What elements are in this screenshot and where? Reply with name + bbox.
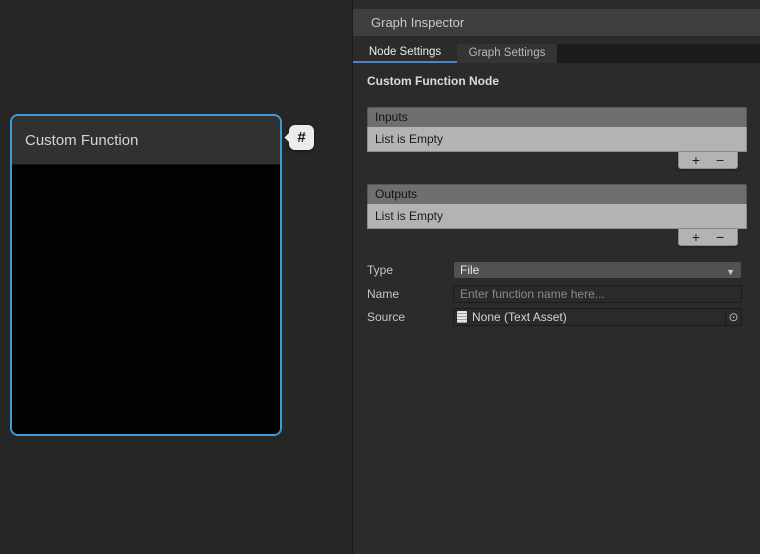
node-header: Custom Function (12, 116, 280, 165)
tab-graph-settings[interactable]: Graph Settings (457, 44, 557, 63)
inputs-list-buttons: + − (678, 152, 738, 169)
name-input[interactable] (453, 285, 742, 303)
inputs-list-footer: + − (367, 152, 747, 170)
inputs-add-button[interactable]: + (692, 153, 700, 167)
chevron-down-icon: ▼ (726, 264, 735, 280)
source-row: Source None (Text Asset) ⊙ (367, 308, 742, 326)
name-row: Name (367, 285, 742, 303)
outputs-add-button[interactable]: + (692, 230, 700, 244)
node-title: Custom Function (25, 132, 138, 149)
text-asset-icon (457, 311, 467, 323)
outputs-remove-button[interactable]: − (716, 230, 724, 244)
tabstrip: Node Settings Graph Settings (353, 44, 760, 63)
object-picker-icon[interactable]: ⊙ (725, 309, 741, 325)
outputs-list-footer: + − (367, 229, 747, 247)
inputs-list-header: Inputs (367, 107, 747, 127)
type-dropdown[interactable]: File ▼ (453, 261, 742, 279)
inputs-list: Inputs List is Empty + − (367, 107, 747, 170)
inputs-remove-button[interactable]: − (716, 153, 724, 167)
custom-function-node[interactable]: Custom Function (10, 114, 282, 436)
graph-canvas[interactable]: Custom Function # (0, 0, 352, 554)
inputs-list-empty-row: List is Empty (367, 127, 747, 152)
type-row: Type File ▼ (367, 261, 742, 279)
panel-titlebar[interactable]: Graph Inspector (353, 9, 760, 36)
outputs-list-buttons: + − (678, 229, 738, 246)
node-body (12, 165, 280, 436)
outputs-list-empty-row: List is Empty (367, 204, 747, 229)
section-title: Custom Function Node (367, 74, 499, 88)
tab-node-settings[interactable]: Node Settings (353, 44, 457, 63)
outputs-list: Outputs List is Empty + − (367, 184, 747, 247)
type-label: Type (367, 263, 393, 277)
graph-inspector-panel: Graph Inspector Node Settings Graph Sett… (352, 0, 760, 554)
outputs-list-header: Outputs (367, 184, 747, 204)
hash-badge-icon[interactable]: # (289, 125, 314, 150)
name-label: Name (367, 287, 399, 301)
source-object-value: None (Text Asset) (472, 310, 567, 324)
source-object-field[interactable]: None (Text Asset) ⊙ (453, 308, 742, 326)
panel-title: Graph Inspector (371, 15, 464, 30)
source-label: Source (367, 310, 405, 324)
type-dropdown-value: File (460, 263, 479, 277)
